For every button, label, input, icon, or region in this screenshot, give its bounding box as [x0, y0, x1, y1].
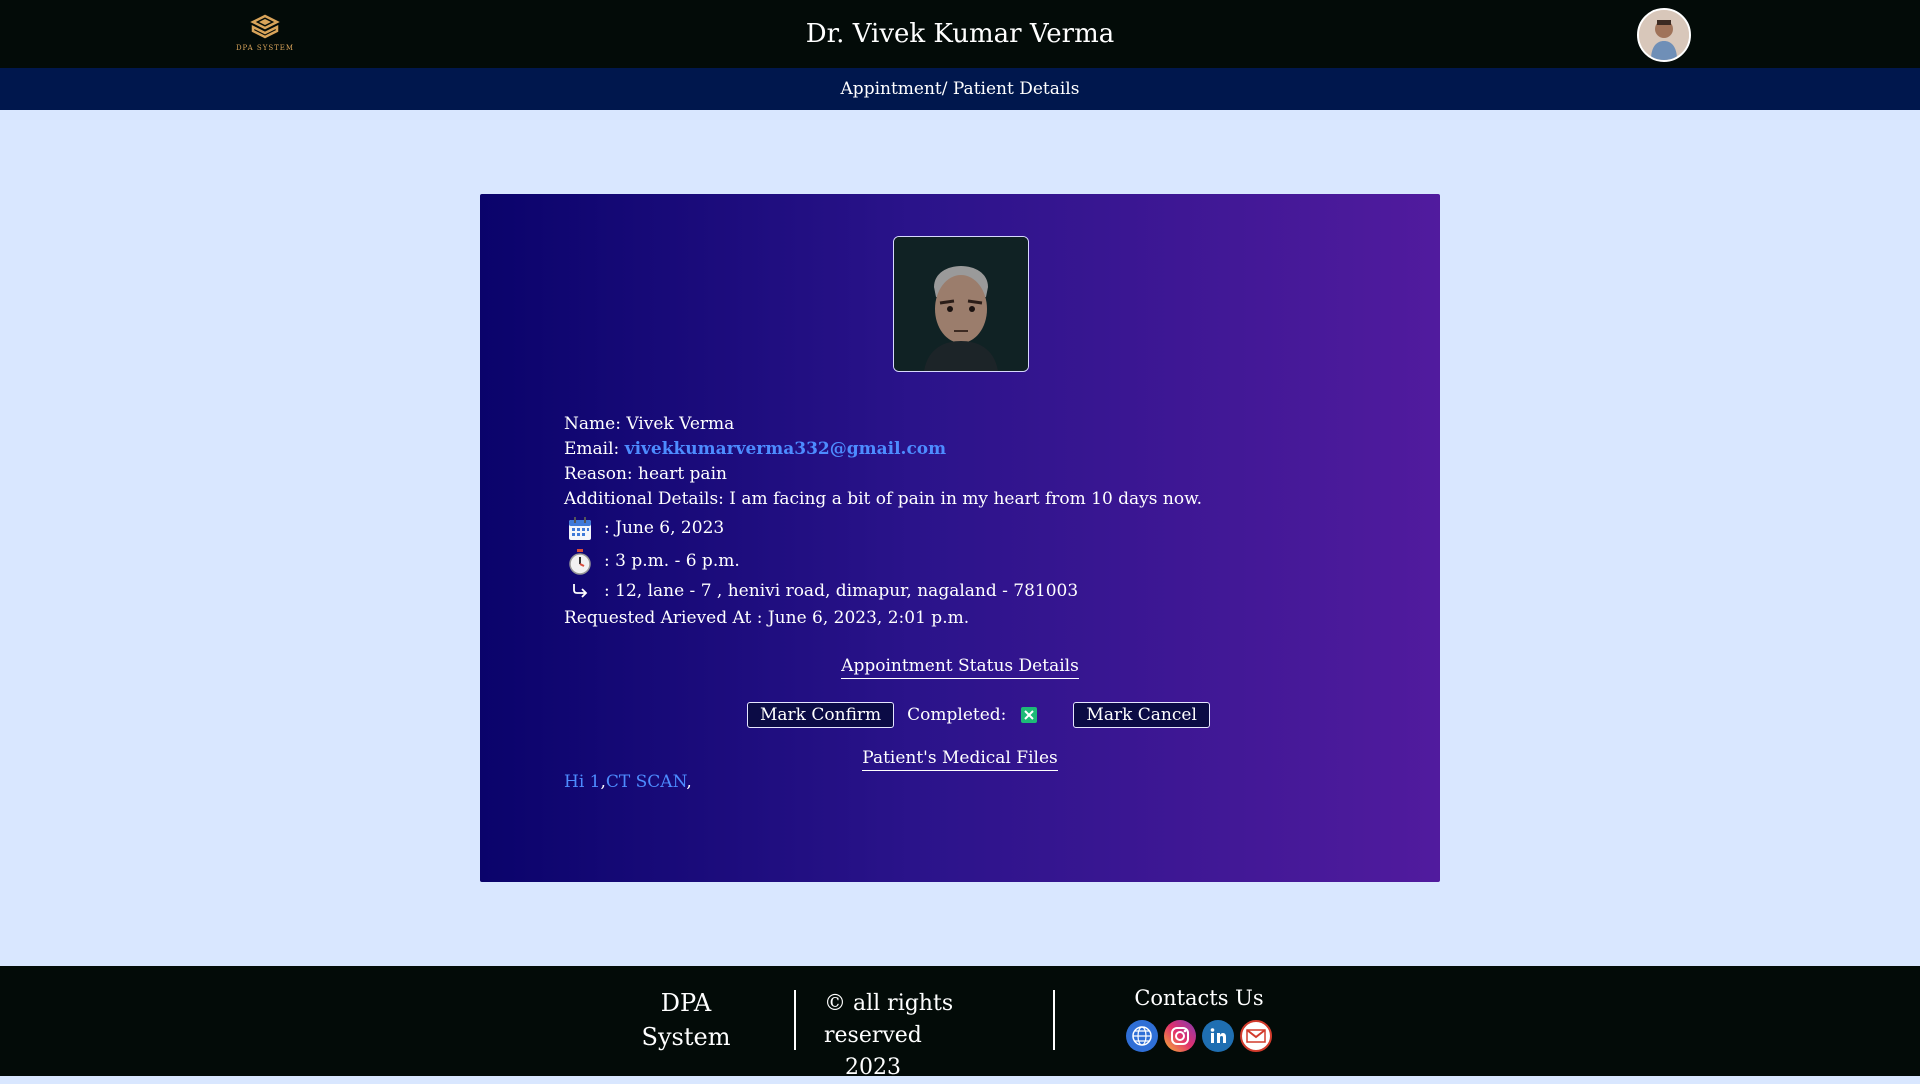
x-mark-icon	[1024, 710, 1035, 720]
logo-icon	[250, 14, 280, 39]
patient-photo	[893, 236, 1029, 372]
dpa-logo[interactable]: DPA SYSTEM	[230, 14, 300, 56]
patient-portrait	[894, 237, 1028, 371]
medical-files-list: Hi 1,CT SCAN,	[564, 772, 692, 792]
doctor-name: Dr. Vivek Kumar Verma	[805, 19, 1115, 49]
instagram-icon[interactable]	[1164, 1020, 1196, 1052]
file-link[interactable]: CT SCAN	[606, 772, 686, 792]
email-label: Email:	[564, 439, 620, 459]
footer-copyright: © all rights reserved 2023	[824, 988, 1054, 1084]
email-row: Email: vivekkumarverma332@gmail.com	[564, 437, 1202, 462]
social-links	[1122, 1020, 1276, 1052]
mark-confirm-button[interactable]: Mark Confirm	[747, 702, 895, 728]
calendar-icon	[564, 516, 596, 542]
footer-contacts: Contacts Us	[1122, 986, 1276, 1052]
appointment-time: : 3 p.m. - 6 p.m.	[604, 551, 740, 571]
date-row: : June 6, 2023	[564, 512, 1202, 545]
files-section-title: Patient's Medical Files	[480, 748, 1440, 771]
files-title-text: Patient's Medical Files	[862, 748, 1058, 771]
page-subtitle-bar: Appintment/ Patient Details	[0, 68, 1920, 110]
reason-label: Reason:	[564, 464, 633, 484]
additional-value: I am facing a bit of pain in my heart fr…	[729, 489, 1203, 509]
mark-cancel-button[interactable]: Mark Cancel	[1073, 702, 1210, 728]
status-title-text: Appointment Status Details	[841, 656, 1079, 679]
appointment-address: : 12, lane - 7 , henivi road, dimapur, n…	[604, 580, 1079, 601]
copyright-text: © all rights reserved	[824, 991, 954, 1048]
status-section-title: Appointment Status Details	[480, 656, 1440, 679]
requested-label: Requested Arieved At :	[564, 608, 763, 628]
status-controls: Mark Confirm Completed: Mark Cancel	[747, 702, 1210, 728]
additional-label: Additional Details:	[564, 489, 724, 509]
user-avatar[interactable]	[1637, 8, 1691, 62]
file-link[interactable]: Hi 1	[564, 772, 600, 792]
reason-value: heart pain	[638, 464, 727, 484]
copyright-year: 2023	[845, 1055, 901, 1080]
footer-brand-line1: DPA	[660, 989, 712, 1017]
stopwatch-icon	[564, 548, 596, 575]
page-subtitle: Appintment/ Patient Details	[840, 79, 1080, 99]
requested-row: Requested Arieved At : June 6, 2023, 2:0…	[564, 606, 1202, 631]
mail-icon[interactable]	[1240, 1020, 1272, 1052]
footer-brand: DPA System	[620, 986, 752, 1054]
arrow-return-icon	[564, 582, 596, 600]
name-row: Name: Vivek Verma	[564, 412, 1202, 437]
additional-row: Additional Details: I am facing a bit of…	[564, 487, 1202, 512]
contacts-title: Contacts Us	[1134, 986, 1264, 1010]
appointment-date: : June 6, 2023	[604, 518, 725, 538]
footer-divider	[1053, 990, 1055, 1050]
footer-brand-line2: System	[641, 1023, 731, 1051]
avatar-image	[1639, 10, 1689, 60]
patient-details: Name: Vivek Verma Email: vivekkumarverma…	[564, 412, 1202, 631]
footer: DPA System © all rights reserved 2023 Co…	[0, 966, 1920, 1080]
top-header: DPA SYSTEM Dr. Vivek Kumar Verma	[0, 0, 1920, 68]
reason-row: Reason: heart pain	[564, 462, 1202, 487]
email-link[interactable]: vivekkumarverma332@gmail.com	[625, 439, 946, 459]
appointment-card: Name: Vivek Verma Email: vivekkumarverma…	[480, 194, 1440, 882]
requested-value: June 6, 2023, 2:01 p.m.	[767, 608, 970, 628]
globe-icon[interactable]	[1126, 1020, 1158, 1052]
patient-name: Vivek Verma	[626, 414, 735, 434]
name-label: Name:	[564, 414, 621, 434]
completed-label: Completed:	[907, 705, 1007, 725]
linkedin-icon[interactable]	[1202, 1020, 1234, 1052]
logo-text: DPA SYSTEM	[235, 44, 295, 52]
completed-checkbox[interactable]	[1021, 707, 1038, 723]
footer-divider	[794, 990, 796, 1050]
address-row: : 12, lane - 7 , henivi road, dimapur, n…	[564, 578, 1202, 604]
time-row: : 3 p.m. - 6 p.m.	[564, 545, 1202, 578]
